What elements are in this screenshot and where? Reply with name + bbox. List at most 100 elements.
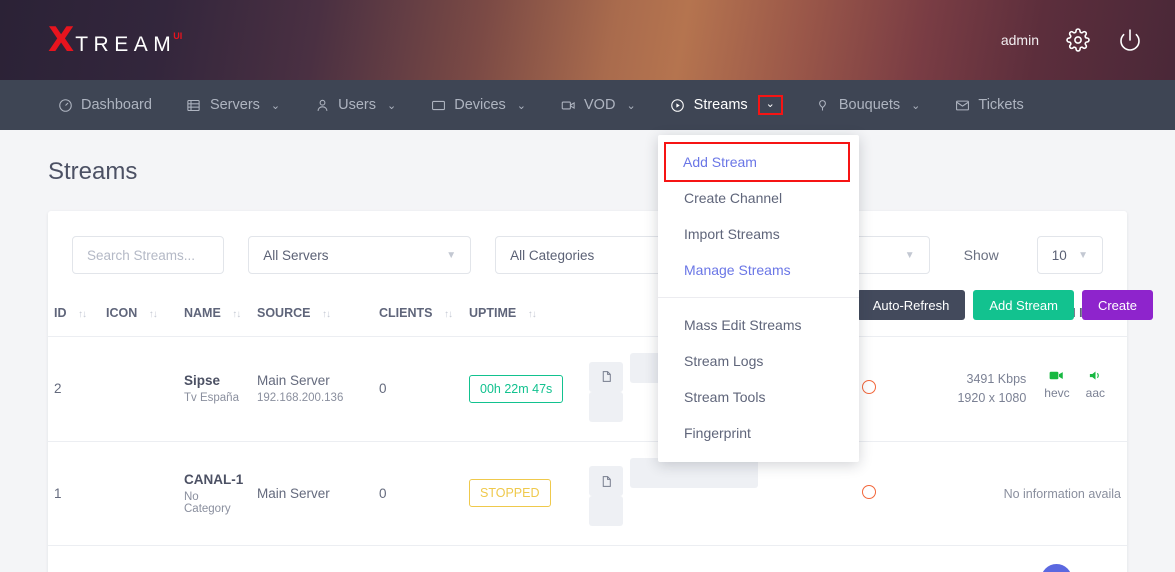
cell-source: Main Server	[251, 441, 373, 546]
xtream-logo[interactable]: X TREAM UI	[48, 23, 182, 57]
main-navigation: Dashboard Servers ⌄ Users ⌄ Devices ⌄ VO…	[0, 80, 1175, 130]
page-title: Streams	[48, 158, 138, 185]
sort-icon-clients[interactable]: ↑↓	[444, 309, 453, 320]
sort-icon-name[interactable]: ↑↓	[232, 309, 241, 320]
auto-refresh-button[interactable]: Auto-Refresh	[856, 290, 966, 320]
col-source[interactable]: SOURCE ↑↓	[251, 292, 373, 337]
chevron-down-icon-users[interactable]: ⌄	[387, 99, 396, 112]
server-filter-value: All Servers	[263, 247, 329, 263]
file-icon[interactable]	[589, 361, 623, 392]
page-number-1[interactable]: 1	[1041, 564, 1072, 572]
cell-clients: 0	[373, 441, 463, 546]
cell-epg	[856, 336, 922, 442]
gear-icon[interactable]	[1065, 27, 1091, 53]
menu-item-fingerprint[interactable]: Fingerprint	[658, 415, 859, 451]
menu-item-stream-logs[interactable]: Stream Logs	[658, 343, 859, 379]
cell-clients: 0	[373, 336, 463, 442]
stream-category: Tv España	[184, 392, 239, 405]
device-icon	[430, 97, 446, 113]
cell-source: Main Server 192.168.200.136	[251, 336, 373, 442]
menu-item-create-channel[interactable]: Create Channel	[658, 180, 859, 216]
source-name: Main Server	[257, 373, 330, 389]
chevron-down-icon-streams[interactable]: ⌄	[757, 95, 783, 115]
sort-icon-source[interactable]: ↑↓	[322, 309, 331, 320]
pagination: ‹ 1 ›	[1010, 564, 1103, 572]
menu-item-stream-tools[interactable]: Stream Tools	[658, 379, 859, 415]
search-input[interactable]: Search Streams...	[72, 236, 225, 274]
stream-bitrate-resolution: 3491 Kbps 1920 x 1080	[957, 370, 1026, 408]
more-actions-icon[interactable]	[589, 391, 623, 422]
page-size-value: 10	[1051, 247, 1067, 263]
menu-item-mass-edit-streams[interactable]: Mass Edit Streams	[658, 307, 859, 343]
col-icon[interactable]: ICON ↑↓	[100, 292, 178, 337]
row-action-group[interactable]	[629, 457, 758, 488]
chevron-down-icon-servers[interactable]: ⌄	[271, 99, 280, 112]
table-row[interactable]: 1 CANAL-1 No Category Main Server 0 STOP…	[48, 441, 1127, 546]
power-icon[interactable]	[1117, 27, 1143, 53]
audio-codec-label: aac	[1085, 386, 1105, 400]
cell-stream-info: No information availa	[922, 441, 1127, 546]
dashboard-icon	[57, 97, 73, 113]
col-clients-label: CLIENTS	[379, 306, 433, 320]
page-size-select[interactable]: 10 ▼	[1036, 236, 1103, 274]
menu-item-add-stream[interactable]: Add Stream	[664, 142, 850, 182]
menu-item-manage-streams[interactable]: Manage Streams	[658, 252, 859, 288]
bitrate-value: 3491 Kbps	[966, 372, 1027, 386]
chevron-down-icon-bouquets[interactable]: ⌄	[911, 99, 920, 112]
nav-item-streams[interactable]: Streams ⌄	[653, 80, 798, 130]
chevron-down-icon-vod[interactable]: ⌄	[626, 99, 635, 112]
nav-label-bouquets: Bouquets	[838, 97, 901, 113]
logo-superscript: UI	[173, 31, 183, 41]
bouquet-icon	[815, 97, 831, 113]
nav-item-devices[interactable]: Devices ⌄	[413, 80, 543, 130]
nav-item-users[interactable]: Users ⌄	[297, 80, 413, 130]
cell-icon	[100, 441, 178, 546]
admin-username: admin	[1000, 32, 1039, 48]
cell-id: 2	[48, 336, 100, 442]
add-stream-button[interactable]: Add Stream	[973, 290, 1074, 320]
stream-name: Sipse	[184, 373, 221, 389]
nav-label-tickets: Tickets	[978, 97, 1024, 113]
col-name-label: NAME	[184, 306, 221, 320]
col-uptime[interactable]: UPTIME ↑↓	[463, 292, 583, 337]
col-icon-label: ICON	[106, 306, 138, 320]
nav-item-tickets[interactable]: Tickets	[937, 80, 1040, 130]
file-icon[interactable]	[589, 466, 623, 496]
create-button[interactable]: Create	[1081, 290, 1153, 320]
stream-name: CANAL-1	[184, 471, 244, 487]
nav-item-servers[interactable]: Servers ⌄	[169, 80, 297, 130]
uptime-badge: 00h 22m 47s	[469, 374, 564, 403]
filter-bar: Search Streams... All Servers ▼ All Cate…	[48, 211, 1127, 292]
nav-item-vod[interactable]: VOD ⌄	[543, 80, 653, 130]
col-name[interactable]: NAME ↑↓	[178, 292, 251, 337]
menu-item-import-streams[interactable]: Import Streams	[658, 216, 859, 252]
server-filter-select[interactable]: All Servers ▼	[248, 236, 472, 274]
cell-epg	[856, 441, 922, 546]
epg-status-icon	[862, 380, 876, 395]
streams-card: Search Streams... All Servers ▼ All Cate…	[48, 211, 1127, 572]
page-body: Streams Auto-Refresh Add Stream Create S…	[0, 130, 1175, 572]
sort-icon-id[interactable]: ↑↓	[78, 309, 87, 320]
codec-group: hevc aac	[1044, 370, 1105, 400]
table-row[interactable]: 2 Sipse Tv España Main Server 192.168.20…	[48, 336, 1127, 442]
cell-uptime: 00h 22m 47s	[463, 336, 583, 442]
more-actions-icon[interactable]	[589, 496, 623, 526]
nav-label-vod: VOD	[584, 97, 616, 113]
video-codec-label: hevc	[1044, 386, 1070, 400]
sort-icon-icon[interactable]: ↑↓	[149, 309, 158, 320]
streams-dropdown-menu: Add Stream Create Channel Import Streams…	[658, 135, 859, 462]
col-source-label: SOURCE	[257, 306, 311, 320]
cell-uptime: STOPPED	[463, 441, 583, 546]
nav-item-bouquets[interactable]: Bouquets ⌄	[798, 80, 938, 130]
stream-category: No Category	[184, 490, 231, 515]
menu-separator	[658, 297, 859, 298]
chevron-down-icon-third-filter: ▼	[904, 249, 915, 261]
chevron-down-icon-devices[interactable]: ⌄	[517, 99, 526, 112]
no-information-text: No information availa	[1003, 486, 1121, 501]
video-camera-icon	[1044, 370, 1069, 384]
sort-icon-uptime[interactable]: ↑↓	[528, 309, 537, 320]
col-clients[interactable]: CLIENTS ↑↓	[373, 292, 463, 337]
nav-item-dashboard[interactable]: Dashboard	[40, 80, 169, 130]
col-id[interactable]: ID ↑↓	[48, 292, 100, 337]
col-id-label: ID	[54, 306, 67, 320]
